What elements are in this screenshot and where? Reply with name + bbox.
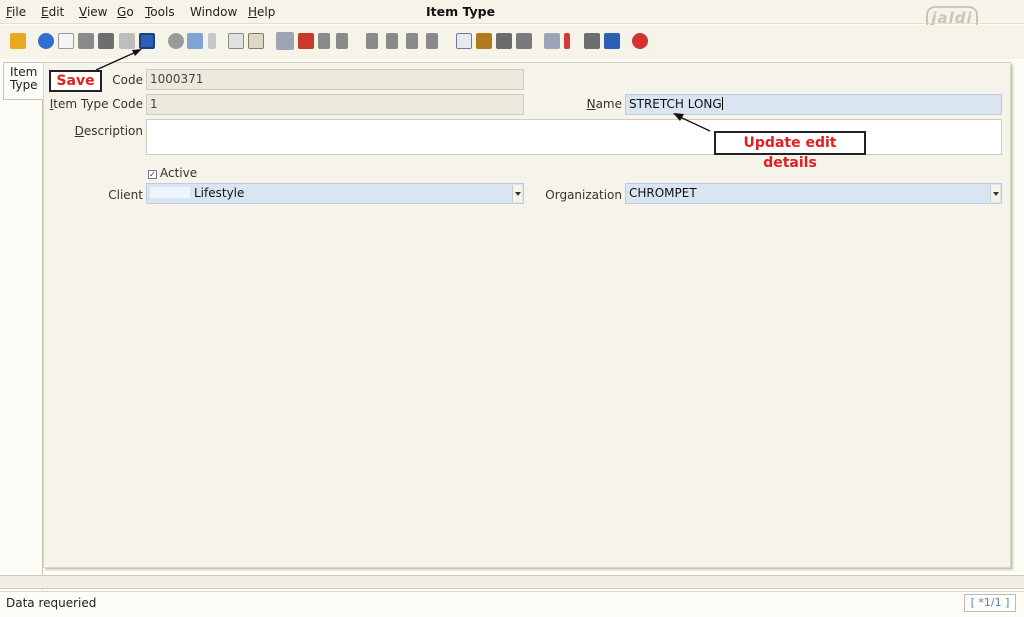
organization-select[interactable]: CHROMPET [625, 183, 1002, 204]
bottom-separator [0, 575, 1024, 589]
product-info-icon[interactable] [604, 33, 620, 49]
new-record-icon[interactable] [58, 33, 74, 49]
record-indicator[interactable]: [ *1/1 ] [964, 594, 1016, 612]
history-icon[interactable] [248, 33, 264, 49]
chat-icon[interactable] [228, 33, 244, 49]
previous-record-icon[interactable] [386, 33, 398, 49]
undo-icon[interactable] [10, 33, 26, 49]
code-value: 1000371 [150, 72, 204, 86]
window-title: Item Type [426, 4, 496, 19]
name-value: STRETCH LONG [629, 97, 722, 111]
delete-selection-icon[interactable] [119, 33, 135, 49]
menu-bar: File Edit View Go Tools Window Help Item… [0, 0, 1024, 32]
save-icon[interactable] [139, 33, 155, 49]
item-type-code-label: Item Type Code [49, 97, 143, 111]
client-label: Client [108, 188, 143, 202]
refresh-icon[interactable] [168, 33, 184, 49]
menu-view[interactable]: View [79, 5, 107, 19]
last-record-icon[interactable] [426, 33, 438, 49]
organization-value: CHROMPET [629, 186, 697, 200]
archive-icon[interactable] [476, 33, 492, 49]
active-checkbox[interactable]: ✓ Active [148, 166, 197, 180]
checkbox-box: ✓ [148, 170, 157, 179]
status-message: Data requeried [6, 596, 97, 610]
client-select[interactable]: Lifestyle [146, 183, 524, 204]
previous-tab-icon[interactable] [318, 33, 330, 49]
chevron-down-icon[interactable] [990, 185, 1000, 202]
menu-file[interactable]: File [6, 5, 26, 19]
home-icon[interactable] [298, 33, 314, 49]
description-field[interactable] [146, 119, 1002, 155]
parent-record-icon[interactable] [276, 32, 294, 50]
name-field[interactable]: STRETCH LONG [625, 94, 1002, 115]
report-icon[interactable] [456, 33, 472, 49]
close-icon[interactable] [632, 33, 648, 49]
tab-strip: Item Type [3, 62, 43, 590]
next-tab-icon[interactable] [336, 33, 348, 49]
chevron-down-icon[interactable] [512, 185, 522, 202]
code-field[interactable]: 1000371 [146, 69, 524, 90]
tab-item-type[interactable]: Item Type [3, 62, 43, 100]
client-value: Lifestyle [194, 186, 245, 200]
find-icon[interactable] [187, 33, 203, 49]
help-icon[interactable] [38, 33, 54, 49]
menu-window[interactable]: Window [190, 5, 237, 19]
print-preview-icon[interactable] [496, 33, 512, 49]
item-type-code-field[interactable]: 1 [146, 94, 524, 115]
next-record-icon[interactable] [406, 33, 418, 49]
menu-edit[interactable]: Edit [41, 5, 64, 19]
copy-icon[interactable] [78, 33, 94, 49]
text-caret [721, 97, 723, 110]
workflow-icon[interactable] [564, 33, 570, 49]
description-label: Description [74, 124, 143, 138]
zoom-icon[interactable] [544, 33, 560, 49]
save-annotation: Save [49, 70, 102, 92]
redacted-text [150, 187, 190, 198]
item-type-code-value: 1 [150, 97, 158, 111]
attachment-icon[interactable] [208, 33, 216, 49]
menu-tools[interactable]: Tools [145, 5, 175, 19]
menu-go[interactable]: Go [117, 5, 134, 19]
status-bar: Data requeried [ *1/1 ] [0, 591, 1024, 617]
tab-label-line2: Type [10, 78, 38, 92]
request-icon[interactable] [584, 33, 600, 49]
delete-icon[interactable] [98, 33, 114, 49]
active-label: Active [160, 166, 198, 180]
print-icon[interactable] [516, 33, 532, 49]
update-annotation: Update edit details [714, 131, 866, 171]
first-record-icon[interactable] [366, 33, 378, 49]
menu-help[interactable]: Help [248, 5, 275, 19]
name-label: Name [586, 97, 622, 111]
toolbar [0, 25, 1024, 59]
organization-label: Organization [545, 188, 622, 202]
